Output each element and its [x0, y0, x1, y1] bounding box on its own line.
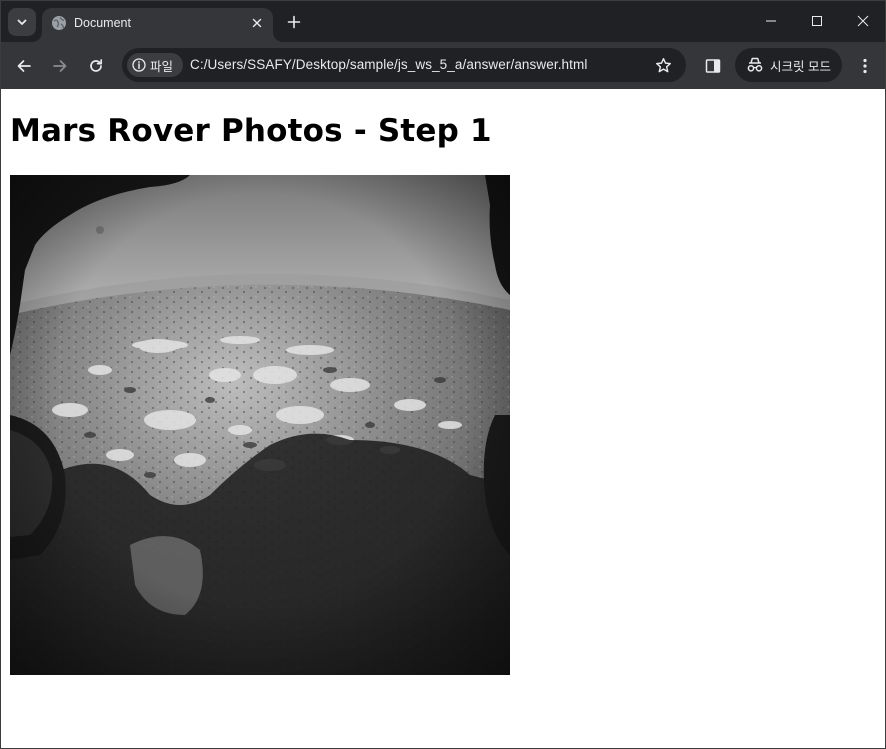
url-text[interactable]: C:/Users/SSAFY/Desktop/sample/js_ws_5_a/…	[190, 57, 587, 72]
reload-button[interactable]	[82, 52, 110, 80]
kebab-menu-icon	[863, 58, 867, 74]
site-info-chip[interactable]: 파일	[127, 53, 183, 77]
incognito-icon	[747, 57, 763, 72]
chevron-down-icon	[17, 19, 27, 25]
close-icon	[857, 15, 869, 27]
site-chip-label: 파일	[150, 59, 174, 74]
maximize-icon	[812, 16, 822, 26]
browser-window: Document 파일 C:/Users/SSAFY/Desktop/sampl…	[0, 0, 886, 749]
info-icon	[132, 58, 146, 72]
globe-icon	[52, 16, 66, 30]
maximize-button[interactable]	[794, 1, 840, 41]
browser-toolbar: 파일 C:/Users/SSAFY/Desktop/sample/js_ws_5…	[1, 42, 885, 89]
forward-button[interactable]	[46, 52, 74, 80]
plus-icon	[287, 15, 301, 29]
reload-icon	[90, 59, 103, 72]
minimize-icon	[766, 20, 776, 22]
star-icon	[655, 57, 671, 72]
arrow-left-icon	[17, 60, 31, 72]
back-button[interactable]	[10, 52, 38, 80]
close-icon	[252, 18, 262, 28]
arrow-right-icon	[53, 60, 67, 72]
browser-menu-button[interactable]	[851, 52, 879, 80]
mars-rover-photo	[10, 175, 510, 675]
tab-document[interactable]: Document	[42, 8, 273, 42]
tab-title: Document	[74, 16, 131, 30]
incognito-label: 시크릿 모드	[770, 59, 831, 74]
bookmark-button[interactable]	[654, 56, 672, 74]
address-bar[interactable]: 파일 C:/Users/SSAFY/Desktop/sample/js_ws_5…	[122, 48, 686, 82]
incognito-indicator[interactable]: 시크릿 모드	[735, 48, 842, 82]
new-tab-button[interactable]	[284, 12, 304, 32]
close-window-button[interactable]	[840, 1, 885, 41]
minimize-button[interactable]	[748, 1, 794, 41]
tab-strip: Document	[1, 1, 885, 42]
side-panel-button[interactable]	[699, 52, 727, 80]
tab-close-button[interactable]	[249, 15, 265, 31]
side-panel-icon	[705, 59, 721, 73]
page-title: Mars Rover Photos - Step 1	[10, 113, 492, 149]
page-content: Mars Rover Photos - Step 1	[2, 89, 885, 748]
